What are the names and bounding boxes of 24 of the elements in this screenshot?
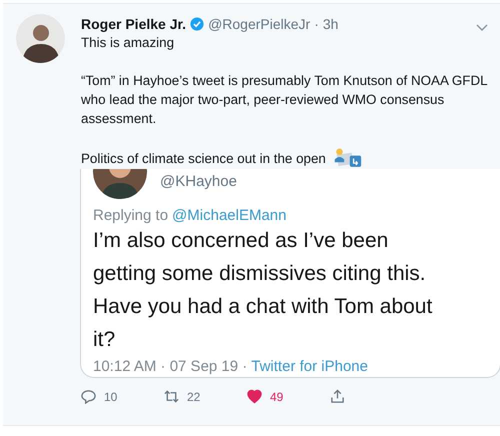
share-icon[interactable] <box>330 389 345 404</box>
author-name[interactable]: Roger Pielke Jr. <box>81 16 186 32</box>
heart-icon[interactable] <box>247 389 262 404</box>
timestamp: 10:12 AM · 07 Sep 19 · <box>93 358 248 375</box>
replying-label: Replying to <box>93 207 168 224</box>
retweet-icon[interactable] <box>164 389 179 404</box>
tweet-time[interactable]: 3h <box>322 16 338 32</box>
tweet-text: Politics of climate science out in the open <box>81 150 326 168</box>
separator-dot: · <box>314 16 319 32</box>
caret-icon[interactable] <box>476 24 488 31</box>
client-link[interactable]: Twitter for iPhone <box>251 358 368 375</box>
like-count: 49 <box>270 390 284 404</box>
avatar <box>93 169 147 199</box>
retweet-count: 22 <box>187 390 200 404</box>
quoted-text: I’m also concerned as I’ve been getting some dismissives citing this. Have you had a chat with Tom about it? <box>93 228 434 353</box>
tweet-text: “Tom” in Hayhoe’s tweet is presumably Tom Knutson of NOAA GFDL who lead the major two-part, peer-reviewed WMO consensus assessment. <box>81 72 488 128</box>
mention-link[interactable]: @MichaelEMann <box>172 207 286 224</box>
tweet-text: This is amazing <box>81 34 174 52</box>
reply-icon[interactable] <box>81 389 96 404</box>
author-handle[interactable]: @RogerPielkeJr <box>208 16 310 32</box>
reply-count: 10 <box>104 390 118 404</box>
quoted-screenshot[interactable]: @KHayhoe Replying to @MichaelEMann I’m also concerned as I’ve been getting some dismissives citing this. Have you had a chat with Tom about it? 10:12 AM · 07 Sep 19 · Twitter for iPhone <box>80 169 500 378</box>
account-handle: @KHayhoe <box>160 173 237 190</box>
avatar[interactable] <box>16 14 65 63</box>
